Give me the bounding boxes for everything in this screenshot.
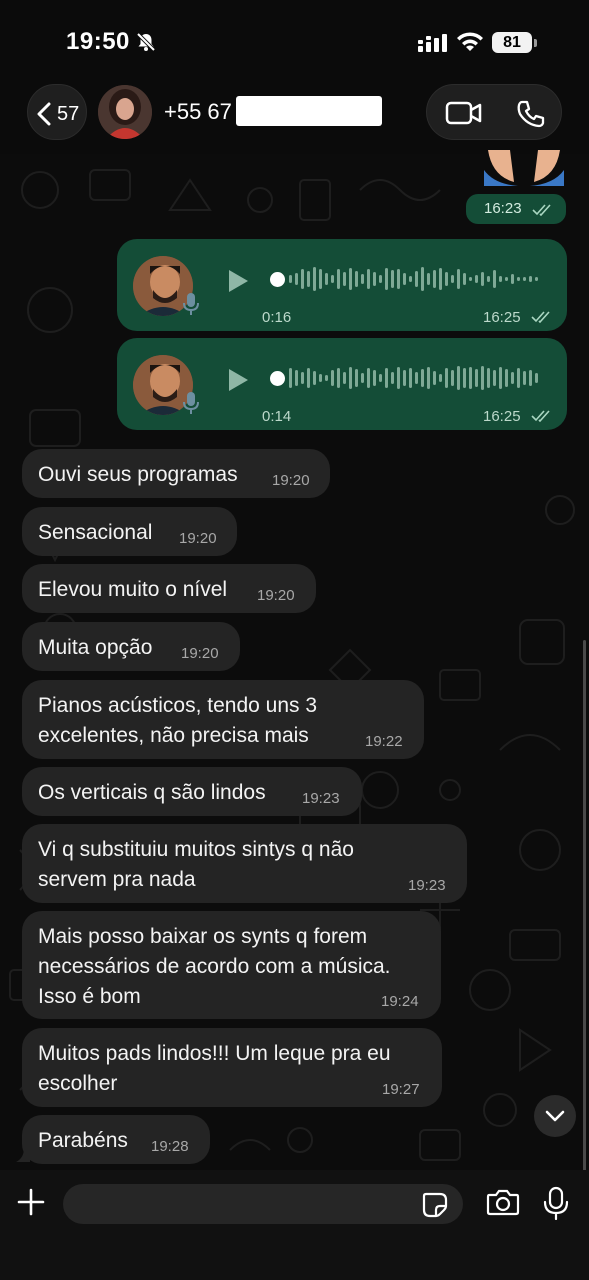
incoming-message[interactable]: Pianos acústicos, tendo uns 3 excelentes… (22, 680, 424, 759)
incoming-message[interactable]: Muita opção 19:20 (22, 622, 240, 671)
phone-call-icon[interactable] (515, 99, 545, 134)
message-time: 19:28 (151, 1138, 189, 1155)
redaction-mark (236, 96, 382, 126)
playback-scrubber[interactable] (270, 371, 285, 386)
battery-icon: 81 (492, 32, 532, 53)
camera-icon[interactable] (486, 1188, 520, 1221)
status-bar: 19:50 81 (0, 0, 589, 80)
message-text: Pianos acústicos, tendo uns 3 excelentes… (38, 694, 318, 747)
message-text: Sensacional (38, 521, 153, 544)
message-time: 16:25 (483, 309, 521, 326)
incoming-message[interactable]: Muitos pads lindos!!! Um leque pra eu es… (22, 1028, 442, 1107)
incoming-message[interactable]: Os verticais q são lindos 19:23 (22, 767, 362, 816)
double-check-icon (531, 310, 551, 328)
play-icon[interactable] (227, 368, 249, 397)
sticker-message[interactable] (484, 150, 564, 186)
message-timestamp-bubble: 16:23 (466, 194, 566, 224)
call-actions (426, 84, 562, 140)
message-time: 19:20 (272, 472, 310, 489)
message-time: 19:20 (257, 587, 295, 604)
incoming-message[interactable]: Sensacional 19:20 (22, 507, 237, 556)
battery-nub (534, 39, 537, 47)
bubble-tail (16, 1148, 30, 1162)
unread-count: 57 (57, 103, 80, 125)
waveform (289, 366, 538, 390)
contact-avatar[interactable] (98, 85, 152, 139)
incoming-message[interactable]: Ouvi seus programas 19:20 (22, 449, 330, 498)
double-check-icon (531, 409, 551, 427)
message-text: Vi q substituiu muitos sintys q não serv… (38, 838, 354, 891)
voice-message[interactable]: 0:14 16:25 (117, 338, 567, 430)
chevron-left-icon (36, 102, 52, 131)
message-time: 19:22 (365, 733, 403, 750)
double-check-icon (532, 203, 552, 221)
message-time: 19:24 (381, 993, 419, 1010)
message-text: Os verticais q são lindos (38, 781, 266, 804)
message-time: 16:25 (483, 408, 521, 425)
message-time: 19:20 (181, 645, 219, 662)
message-text: Elevou muito o nível (38, 578, 228, 601)
message-text: Muita opção (38, 636, 153, 659)
message-time: 19:23 (302, 790, 340, 807)
message-time: 19:23 (408, 877, 446, 894)
video-call-icon[interactable] (445, 100, 483, 131)
voice-message[interactable]: 0:16 16:25 (117, 239, 567, 331)
plus-icon[interactable] (17, 1188, 45, 1221)
microphone-icon (183, 291, 199, 322)
status-time: 19:50 (66, 28, 130, 55)
cellular-signal-icon (418, 34, 448, 57)
message-text: Muitos pads lindos!!! Um leque pra eu es… (38, 1042, 391, 1095)
scroll-to-bottom-button[interactable] (534, 1095, 576, 1137)
play-icon[interactable] (227, 269, 249, 298)
microphone-icon[interactable] (543, 1186, 569, 1225)
back-button[interactable]: 57 (27, 84, 87, 140)
message-text: Parabéns (38, 1129, 128, 1152)
incoming-message[interactable]: Parabéns 19:28 (16, 1115, 210, 1164)
message-text: Ouvi seus programas (38, 463, 238, 486)
wifi-icon (456, 31, 484, 58)
message-time: 19:20 (179, 530, 217, 547)
message-input[interactable] (63, 1184, 463, 1224)
scrollbar[interactable] (583, 640, 586, 1245)
chat-header: 57 +55 67 (0, 80, 589, 154)
contact-name[interactable]: +55 67 (164, 99, 232, 125)
incoming-message[interactable]: Elevou muito o nível 19:20 (22, 564, 316, 613)
message-list: 16:23 0:16 16:25 0:14 16:25 Ouvi seus pr… (0, 150, 589, 1245)
incoming-message[interactable]: Mais posso baixar os synts q forem neces… (22, 911, 441, 1019)
waveform (289, 267, 538, 291)
sticker-icon[interactable] (422, 1192, 448, 1223)
message-time: 19:27 (382, 1081, 420, 1098)
message-text: Mais posso baixar os synts q forem neces… (38, 925, 391, 1008)
incoming-message[interactable]: Vi q substituiu muitos sintys q não serv… (22, 824, 467, 903)
microphone-icon (183, 390, 199, 421)
message-composer (0, 1170, 589, 1280)
voice-duration: 0:16 (262, 309, 292, 326)
bell-slash-icon (136, 32, 156, 57)
playback-scrubber[interactable] (270, 272, 285, 287)
voice-duration: 0:14 (262, 408, 292, 425)
message-time: 16:23 (484, 200, 522, 217)
